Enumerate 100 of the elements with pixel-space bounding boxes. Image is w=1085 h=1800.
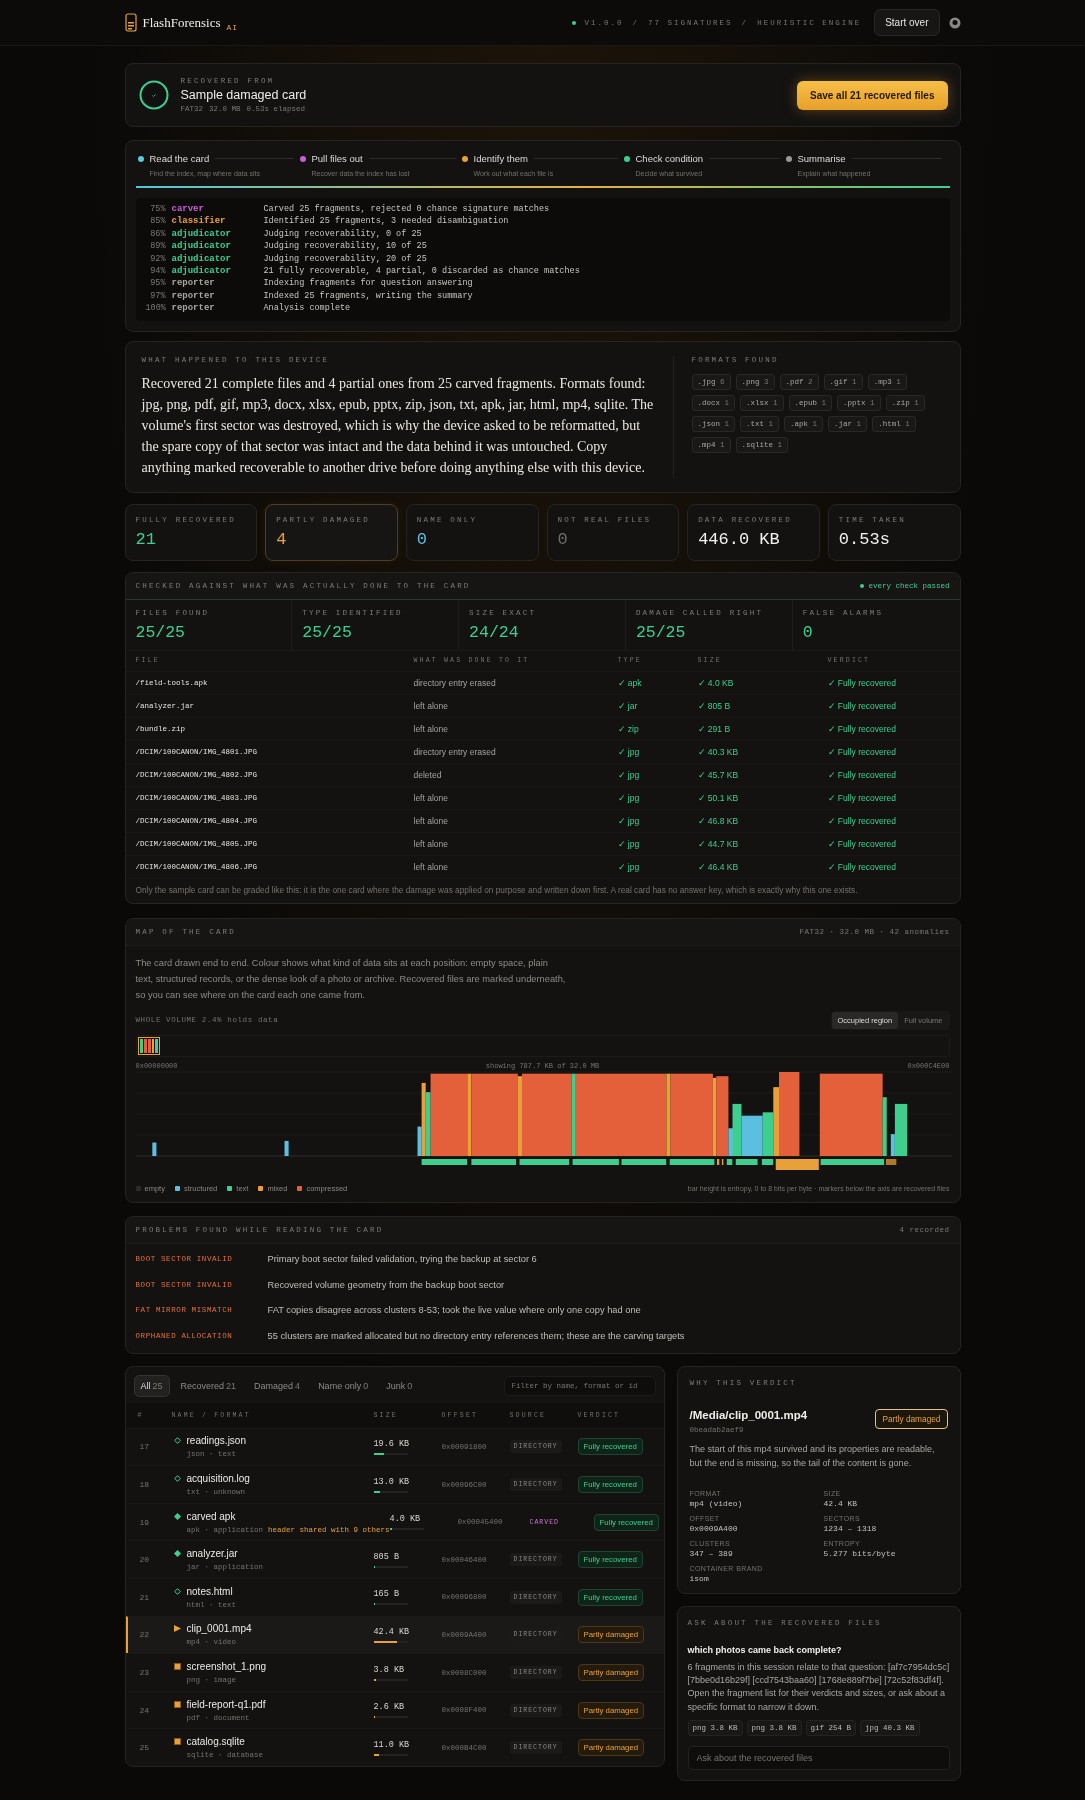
- metric-value: 25/25: [635, 622, 687, 642]
- log-agent: adjudicator: [171, 227, 231, 241]
- log-message: Carved 25 fragments, rejected 0 chance signature matches: [263, 203, 551, 216]
- row-number: 22: [139, 1630, 151, 1640]
- size-result: ✓ 40.3 KB: [697, 746, 740, 757]
- verdict-result: ✓ Fully recovered: [827, 792, 897, 803]
- verdict-result: ✓ Fully recovered: [827, 746, 897, 757]
- property-value: 0x0009A400: [689, 1523, 739, 1533]
- diamond-outline-icon: [173, 1437, 181, 1445]
- row-number: 17: [139, 1442, 151, 1452]
- source-name: Sample damaged card: [180, 88, 307, 102]
- question-field[interactable]: Ask about the recovered files: [687, 1745, 950, 1770]
- action-text: directory entry erased: [413, 677, 497, 688]
- log-agent: reporter: [171, 302, 215, 315]
- save-all-button[interactable]: Save all 21 recovered files: [796, 80, 948, 110]
- row-number: 19: [139, 1517, 151, 1527]
- check-ring-icon: [138, 80, 169, 110]
- verdict-result: ✓ Fully recovered: [827, 815, 897, 826]
- step-label: Read the card: [149, 153, 210, 164]
- row-number: 20: [139, 1555, 151, 1565]
- filter-tab[interactable]: All 25: [133, 1374, 170, 1397]
- square-icon: [173, 1663, 181, 1670]
- status-dot: [571, 20, 576, 25]
- log-agent: adjudicator: [171, 265, 231, 278]
- size-result: ✓ 50.1 KB: [697, 792, 740, 803]
- verdict-badge: Partly damaged: [875, 1408, 948, 1429]
- stat-value: 0: [557, 529, 569, 549]
- metric-value: 25/25: [135, 622, 186, 642]
- file-size: 19.6 KB: [373, 1438, 411, 1449]
- property-value: 347 – 389: [689, 1548, 734, 1558]
- action-text: left alone: [413, 700, 449, 711]
- stat-value: 0: [416, 529, 429, 549]
- file-size: 165 B: [373, 1589, 400, 1600]
- filter-tab[interactable]: Recovered 21: [173, 1374, 244, 1397]
- log-agent: adjudicator: [171, 252, 231, 266]
- square-icon: [173, 1738, 181, 1746]
- type-result: ✓ apk: [617, 677, 643, 688]
- metric-value: 24/24: [469, 622, 520, 642]
- property-value: 42.4 KB: [823, 1498, 859, 1508]
- log-agent: reporter: [171, 289, 215, 303]
- step-label: Identify them: [473, 153, 528, 164]
- brand-name: FlashForensics: [142, 14, 221, 31]
- log-percent: 86%: [149, 227, 167, 241]
- row-number: 25: [139, 1743, 151, 1753]
- log-percent: 92%: [149, 252, 167, 266]
- log-message: 21 fully recoverable, 4 partial, 0 discarded as chance matches: [263, 265, 581, 278]
- file-name: notes.html: [186, 1585, 233, 1597]
- log-message: Judging recoverability, 0 of 25: [263, 227, 423, 241]
- log-message: Indexed 25 fragments, writing the summary: [263, 289, 474, 303]
- file-size: 3.8 KB: [373, 1664, 406, 1675]
- status-dot: [860, 583, 865, 588]
- start-over-button[interactable]: Start over: [874, 9, 940, 36]
- log-agent: adjudicator: [171, 240, 231, 253]
- log-agent: carver: [171, 203, 204, 216]
- file-name: clip_0001.mp4: [186, 1623, 252, 1635]
- diamond-icon: [173, 1512, 181, 1520]
- step-label: Summarise: [797, 153, 846, 164]
- verdict-result: ✓ Fully recovered: [827, 838, 897, 849]
- log-agent: classifier: [171, 215, 226, 228]
- type-result: ✓ jpg: [617, 861, 641, 872]
- row-number: 21: [139, 1592, 151, 1602]
- file-name: field-report-q1.pdf: [186, 1698, 266, 1710]
- action-text: directory entry erased: [413, 746, 497, 757]
- size-result: ✓ 45.7 KB: [697, 769, 740, 780]
- action-text: left alone: [413, 838, 449, 849]
- log-message: Judging recoverability, 10 of 25: [263, 240, 428, 253]
- file-size: 2.6 KB: [373, 1702, 406, 1713]
- action-text: left alone: [413, 815, 449, 826]
- file-size: 42.4 KB: [373, 1626, 411, 1637]
- file-name: screenshot_1.png: [186, 1661, 266, 1672]
- diamond-icon: [173, 1550, 181, 1558]
- log-message: Judging recoverability, 20 of 25: [263, 252, 428, 266]
- file-size: 11.0 KB: [373, 1739, 411, 1750]
- row-number: 18: [139, 1480, 151, 1490]
- round-logo-icon[interactable]: [948, 16, 961, 29]
- log-percent: 94%: [149, 265, 167, 278]
- size-result: ✓ 805 B: [697, 700, 732, 711]
- log-percent: 75%: [149, 203, 167, 216]
- stat-value: 0.53s: [838, 529, 891, 549]
- step-label: Pull files out: [311, 153, 363, 164]
- square-icon: [173, 1700, 181, 1708]
- property-value: isom: [689, 1573, 710, 1583]
- file-size: 4.0 KB: [389, 1514, 422, 1525]
- filter-tab[interactable]: Damaged 4: [247, 1374, 308, 1397]
- action-text: left alone: [413, 792, 449, 803]
- size-result: ✓ 46.8 KB: [697, 815, 740, 826]
- size-result: ✓ 44.7 KB: [697, 838, 740, 849]
- action-text: left alone: [413, 861, 449, 872]
- filter-tab[interactable]: Name only 0: [311, 1374, 376, 1397]
- verdict-result: ✓ Fully recovered: [827, 723, 897, 734]
- filter-tab[interactable]: Junk 0: [379, 1374, 420, 1397]
- step-label: Check condition: [635, 153, 704, 164]
- file-path: /Media/clip_0001.mp4: [689, 1408, 808, 1421]
- file-name: analyzer.jar: [186, 1548, 238, 1560]
- file-name: acquisition.log: [186, 1473, 250, 1485]
- property-value: 1234 – 1318: [823, 1523, 878, 1533]
- log-message: Indexing fragments for question answering: [263, 277, 474, 290]
- problem-message: 55 clusters are marked allocated but no directory entry references them; these are the carving targets: [267, 1330, 686, 1341]
- type-result: ✓ jpg: [617, 746, 641, 757]
- property-value: mp4 (video): [689, 1498, 744, 1508]
